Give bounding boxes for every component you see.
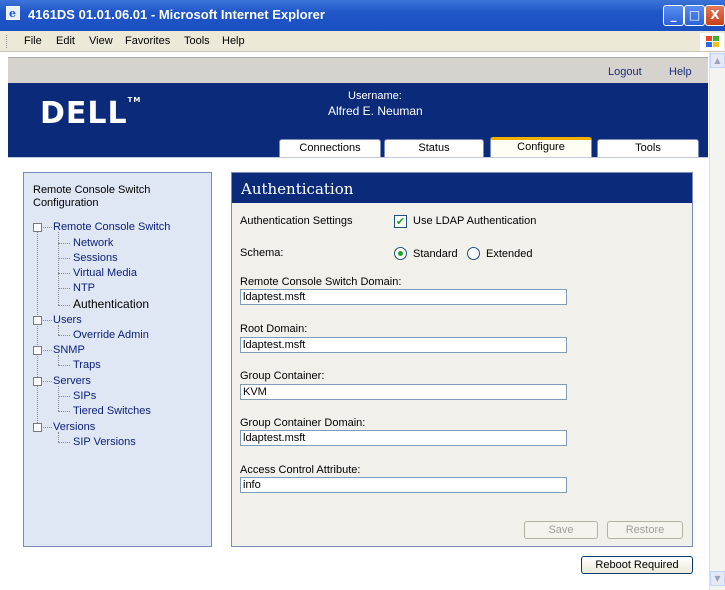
- top-nav-strip: [8, 57, 708, 83]
- group-container-label: Group Container:: [240, 370, 325, 382]
- tree-line: [43, 350, 52, 351]
- schema-label: Schema:: [240, 247, 284, 259]
- tree-item-network[interactable]: Network: [73, 237, 113, 249]
- tab-status[interactable]: Status: [384, 139, 484, 157]
- tree-line: [43, 320, 52, 321]
- tab-configure[interactable]: Configure: [490, 137, 592, 157]
- tree-item-sips[interactable]: SIPs: [73, 390, 96, 402]
- tree-line: [58, 396, 70, 397]
- schema-standard-radio[interactable]: [394, 247, 407, 260]
- tree-line: [58, 355, 59, 365]
- access-control-attribute-field[interactable]: info: [240, 477, 567, 493]
- tree-item-snmp[interactable]: SNMP: [53, 344, 85, 356]
- root-domain-label: Root Domain:: [240, 323, 308, 335]
- vertical-scrollbar[interactable]: [709, 52, 725, 590]
- restore-button[interactable]: Restore: [607, 521, 683, 539]
- menu-bar: File Edit View Favorites Tools Help: [0, 31, 725, 52]
- tab-connections[interactable]: Connections: [279, 139, 381, 157]
- svg-text:e: e: [9, 7, 16, 20]
- tree-line: [43, 227, 52, 228]
- schema-extended-radio[interactable]: [467, 247, 480, 260]
- menu-favorites[interactable]: Favorites: [125, 35, 170, 47]
- tree-toggle-icon[interactable]: [33, 346, 42, 355]
- windows-logo-icon: [700, 33, 724, 51]
- authentication-settings-label: Authentication Settings: [240, 215, 353, 227]
- tree-item-ntp[interactable]: NTP: [73, 282, 95, 294]
- tree-line: [58, 442, 70, 443]
- group-container-domain-field[interactable]: ldaptest.msft: [240, 430, 567, 446]
- tree-item-remote-console-switch[interactable]: Remote Console Switch: [53, 221, 170, 233]
- tree-line: [58, 243, 70, 244]
- tree-line: [58, 305, 70, 306]
- minimize-button[interactable]: _: [663, 5, 684, 26]
- tree-item-versions[interactable]: Versions: [53, 421, 95, 433]
- tree-line: [43, 381, 52, 382]
- tree-toggle-icon[interactable]: [33, 316, 42, 325]
- logout-link[interactable]: Logout: [608, 66, 642, 78]
- menu-view[interactable]: View: [89, 35, 113, 47]
- tree-line: [58, 273, 70, 274]
- internet-explorer-icon: e: [6, 6, 20, 20]
- tree-line: [58, 325, 59, 335]
- menu-file[interactable]: File: [24, 35, 42, 47]
- reboot-required-button[interactable]: Reboot Required: [581, 556, 693, 574]
- menu-edit[interactable]: Edit: [56, 35, 75, 47]
- scroll-up-icon[interactable]: ▲: [710, 53, 725, 68]
- tree-title: Remote Console Switch Configuration: [33, 184, 151, 209]
- help-link[interactable]: Help: [669, 66, 692, 78]
- save-button[interactable]: Save: [524, 521, 598, 539]
- authentication-title: Authentication: [241, 180, 354, 198]
- tab-tools[interactable]: Tools: [597, 139, 699, 157]
- root-domain-field[interactable]: ldaptest.msft: [240, 337, 567, 353]
- toolbar-grip: [6, 35, 9, 48]
- window-title-bar: e 4161DS 01.01.06.01 - Microsoft Interne…: [0, 0, 725, 31]
- use-ldap-checkbox[interactable]: ✔: [394, 215, 407, 228]
- tree-line: [37, 232, 38, 427]
- group-container-field[interactable]: KVM: [240, 384, 567, 400]
- rcs-domain-label: Remote Console Switch Domain:: [240, 276, 402, 288]
- tree-line: [58, 288, 70, 289]
- tree-item-override-admin[interactable]: Override Admin: [73, 329, 149, 341]
- tree-item-virtual-media[interactable]: Virtual Media: [73, 267, 137, 279]
- access-control-attribute-label: Access Control Attribute:: [240, 464, 361, 476]
- scroll-down-icon[interactable]: ▼: [710, 571, 725, 586]
- tree-item-users[interactable]: Users: [53, 314, 82, 326]
- tree-item-authentication[interactable]: Authentication: [73, 297, 149, 311]
- tree-toggle-icon[interactable]: [33, 223, 42, 232]
- tree-toggle-icon[interactable]: [33, 377, 42, 386]
- tree-item-sessions[interactable]: Sessions: [73, 252, 118, 264]
- tree-item-traps[interactable]: Traps: [73, 359, 101, 371]
- tree-item-servers[interactable]: Servers: [53, 375, 91, 387]
- rcs-domain-field[interactable]: ldaptest.msft: [240, 289, 567, 305]
- tree-line: [58, 258, 70, 259]
- tree-line: [58, 335, 70, 336]
- tree-line: [58, 432, 59, 442]
- use-ldap-label: Use LDAP Authentication: [413, 215, 537, 227]
- window-title: 4161DS 01.01.06.01 - Microsoft Internet …: [28, 7, 325, 22]
- schema-extended-label: Extended: [486, 248, 533, 260]
- group-container-domain-label: Group Container Domain:: [240, 417, 366, 429]
- menu-tools[interactable]: Tools: [184, 35, 210, 47]
- schema-standard-label: Standard: [413, 248, 458, 260]
- username-label: Username:: [348, 90, 402, 102]
- tree-line: [58, 411, 70, 412]
- menu-help[interactable]: Help: [222, 35, 245, 47]
- tree-item-tiered-switches[interactable]: Tiered Switches: [73, 405, 151, 417]
- tree-line: [58, 365, 70, 366]
- maximize-button[interactable]: □: [684, 5, 705, 26]
- tree-toggle-icon[interactable]: [33, 423, 42, 432]
- tree-line: [43, 427, 52, 428]
- tree-item-sip-versions[interactable]: SIP Versions: [73, 436, 136, 448]
- dell-logo: DELLTM: [40, 96, 142, 131]
- username-value: Alfred E. Neuman: [328, 104, 423, 118]
- close-button[interactable]: X: [705, 5, 725, 26]
- tree-line: [58, 386, 59, 411]
